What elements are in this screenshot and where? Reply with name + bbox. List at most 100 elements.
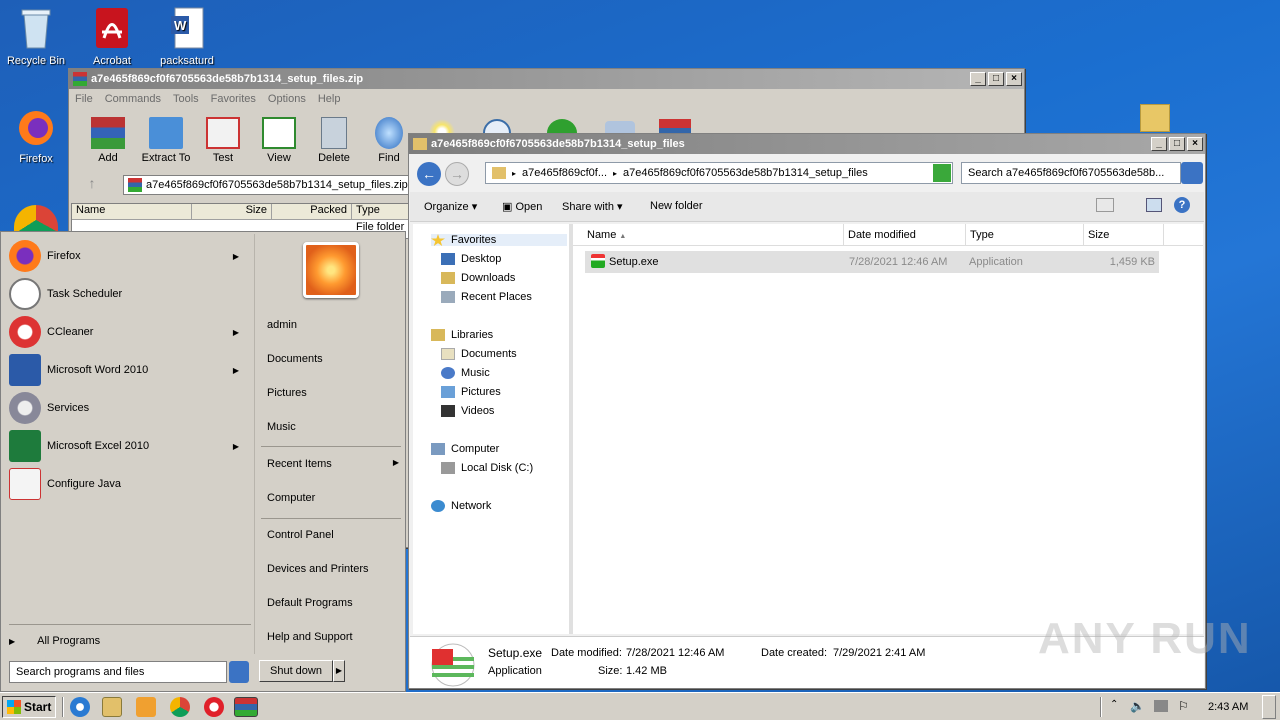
detail-name: Setup.exe [488, 646, 543, 660]
shutdown-options-button[interactable]: ▶ [333, 660, 345, 682]
media-player-icon[interactable] [136, 697, 156, 717]
link-computer[interactable]: Computer [267, 492, 315, 504]
menu-favorites[interactable]: Favorites [205, 93, 262, 105]
nav-music[interactable]: Music [441, 367, 490, 379]
organize-button[interactable]: Organize ▾ [424, 200, 477, 213]
column-header-date[interactable]: Date modified [844, 224, 966, 246]
link-pictures[interactable]: Pictures [267, 387, 307, 399]
link-default-programs[interactable]: Default Programs [267, 597, 353, 609]
view-options-icon[interactable] [1096, 198, 1114, 212]
column-header-name[interactable]: Name ▲ [573, 224, 844, 246]
add-button[interactable]: Add [81, 117, 135, 164]
nav-network[interactable]: Network [431, 500, 491, 512]
address-bar[interactable]: ▸ a7e465f869cf0f... ▸ a7e465f869cf0f6705… [485, 162, 953, 184]
start-button[interactable]: Start [2, 696, 56, 718]
archive-path-field[interactable]: a7e465f869cf0f6705563de58b7b1314_setup_f… [123, 175, 413, 195]
preview-pane-icon[interactable] [1146, 198, 1162, 212]
search-box[interactable]: Search a7e465f869cf0f6705563de58b... [961, 162, 1181, 184]
minimize-button[interactable]: _ [970, 72, 986, 86]
program-ccleaner[interactable]: CCleaner ▶ [9, 314, 249, 350]
table-row[interactable]: Setup.exe 7/28/2021 12:46 AM Application… [585, 251, 1159, 273]
program-firefox[interactable]: Firefox ▶ [9, 238, 249, 274]
link-recent-items[interactable]: Recent Items ▶ [267, 458, 399, 470]
nav-local-disk[interactable]: Local Disk (C:) [441, 462, 533, 474]
menu-help[interactable]: Help [312, 93, 347, 105]
user-picture[interactable] [303, 242, 359, 298]
test-button[interactable]: Test [196, 117, 250, 164]
column-header-type[interactable]: Type [966, 224, 1084, 246]
show-desktop-button[interactable] [1262, 695, 1276, 719]
start-search-box[interactable]: Search programs and files [9, 661, 227, 683]
link-control-panel[interactable]: Control Panel [267, 529, 334, 541]
col-size[interactable]: Size [192, 204, 272, 219]
winrar-titlebar[interactable]: a7e465f869cf0f6705563de58b7b1314_setup_f… [69, 69, 1024, 89]
ie-icon[interactable] [70, 697, 90, 717]
link-documents[interactable]: Documents [267, 353, 323, 365]
breadcrumb-1[interactable]: a7e465f869cf0f... [522, 167, 607, 179]
clock[interactable]: 2:43 AM [1208, 701, 1248, 713]
link-music[interactable]: Music [267, 421, 296, 433]
help-icon[interactable]: ? [1174, 197, 1190, 213]
search-icon[interactable] [1181, 162, 1203, 184]
nav-favorites[interactable]: Favorites [431, 234, 567, 246]
program-configure-java[interactable]: Configure Java [9, 466, 249, 502]
action-center-flag-icon[interactable]: ⚐ [1178, 699, 1189, 713]
nav-computer[interactable]: Computer [431, 443, 499, 455]
network-tray-icon[interactable] [1154, 700, 1168, 712]
breadcrumb-2[interactable]: a7e465f869cf0f6705563de58b7b1314_setup_f… [623, 167, 868, 179]
all-programs[interactable]: ▶ All Programs [9, 632, 249, 650]
desktop-icon-firefox[interactable]: Firefox [1, 104, 71, 165]
nav-videos[interactable]: Videos [441, 405, 494, 417]
link-admin[interactable]: admin [267, 319, 297, 331]
chrome-icon[interactable] [170, 697, 190, 717]
program-services[interactable]: Services [9, 390, 249, 426]
link-devices-printers[interactable]: Devices and Printers [267, 563, 369, 575]
nav-documents[interactable]: Documents [441, 348, 517, 360]
show-hidden-icons-button[interactable]: ⌃ [1110, 699, 1118, 710]
desktop-icon-acrobat[interactable]: Acrobat [77, 6, 147, 67]
open-button[interactable]: ▣ Open [502, 200, 542, 213]
view-button[interactable]: View [252, 117, 306, 164]
desktop-icon-word-doc[interactable]: W packsaturd [152, 6, 222, 67]
up-folder-button[interactable]: ↑ [79, 175, 105, 195]
col-name[interactable]: Name [72, 204, 192, 219]
menu-file[interactable]: File [69, 93, 99, 105]
col-packed[interactable]: Packed [272, 204, 352, 219]
shutdown-button[interactable]: Shut down [259, 660, 333, 682]
program-task-scheduler[interactable]: Task Scheduler [9, 276, 249, 312]
refresh-icon[interactable] [933, 164, 951, 182]
menu-commands[interactable]: Commands [99, 93, 167, 105]
nav-desktop[interactable]: Desktop [441, 253, 501, 265]
link-help-support[interactable]: Help and Support [267, 631, 353, 643]
share-with-button[interactable]: Share with ▾ [562, 200, 623, 213]
winrar-icon[interactable] [234, 697, 258, 717]
nav-recent-places[interactable]: Recent Places [441, 291, 532, 303]
close-button[interactable]: × [1006, 72, 1022, 86]
new-folder-button[interactable]: New folder [650, 200, 703, 212]
column-header-size[interactable]: Size [1084, 224, 1164, 246]
maximize-button[interactable]: □ [1169, 137, 1185, 151]
folder-icon[interactable] [1140, 104, 1170, 132]
maximize-button[interactable]: □ [988, 72, 1004, 86]
menu-options[interactable]: Options [262, 93, 312, 105]
opera-icon[interactable] [204, 697, 224, 717]
close-button[interactable]: × [1187, 137, 1203, 151]
forward-button[interactable]: → [445, 162, 469, 186]
volume-icon[interactable]: 🔈 [1130, 699, 1145, 713]
minimize-button[interactable]: _ [1151, 137, 1167, 151]
col-type[interactable]: Type [352, 204, 410, 219]
back-button[interactable]: ← [417, 162, 441, 186]
search-icon[interactable] [229, 661, 249, 683]
nav-libraries[interactable]: Libraries [431, 329, 493, 341]
explorer-titlebar[interactable]: a7e465f869cf0f6705563de58b7b1314_setup_f… [409, 134, 1205, 154]
menu-tools[interactable]: Tools [167, 93, 205, 105]
program-excel[interactable]: Microsoft Excel 2010 ▶ [9, 428, 249, 464]
extract-to-button[interactable]: Extract To [137, 117, 195, 164]
nav-pictures[interactable]: Pictures [441, 386, 501, 398]
explorer-icon[interactable] [102, 697, 122, 717]
column-header-extra[interactable] [1164, 224, 1203, 246]
delete-button[interactable]: Delete [307, 117, 361, 164]
desktop-icon-recycle-bin[interactable]: Recycle Bin [1, 6, 71, 67]
program-word[interactable]: Microsoft Word 2010 ▶ [9, 352, 249, 388]
nav-downloads[interactable]: Downloads [441, 272, 515, 284]
